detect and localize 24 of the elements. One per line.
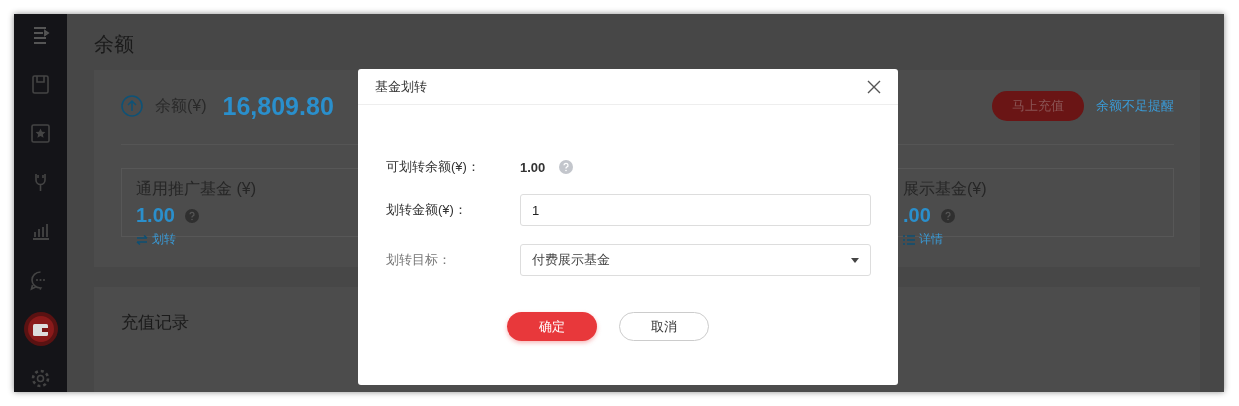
swap-arrows-icon [136,234,148,245]
help-icon[interactable] [559,160,574,174]
field-label: 划转目标： [386,251,452,269]
fund-link[interactable]: 划转 [152,231,176,248]
list-icon [903,234,915,245]
target-select[interactable]: 付费展示基金 [520,244,871,276]
low-balance-alert-link[interactable]: 余额不足提醒 [1096,97,1174,115]
help-icon[interactable] [184,208,199,223]
sidebar-item[interactable] [27,316,54,342]
fund-link[interactable]: 详情 [919,231,943,248]
up-arrow-circle-icon [121,95,143,117]
field-label: 可划转余额(¥)： [386,158,481,176]
balance-amount: 16,809.80 [222,91,334,121]
field-label: 划转金额(¥)： [386,201,468,219]
fund-amount: .00 [903,204,931,227]
fund-amount: 1.00 [136,204,175,227]
caret-icon [851,257,859,263]
dialog-title: 基金划转 [375,77,428,96]
confirm-button[interactable]: 确定 [507,312,597,341]
cancel-button[interactable]: 取消 [619,312,709,341]
help-icon[interactable] [940,208,955,223]
available-amount: 1.00 [520,159,546,175]
close-icon[interactable] [867,79,881,94]
amount-input[interactable]: 1 [520,194,871,226]
